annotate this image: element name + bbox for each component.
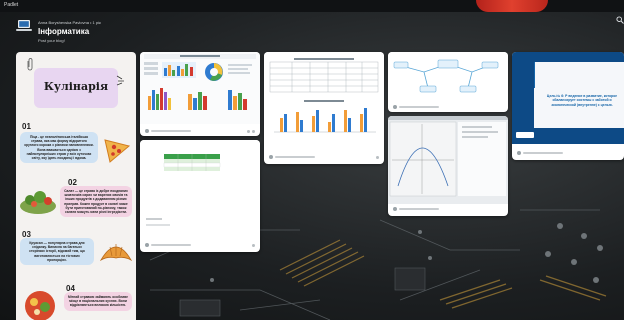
infographic-card[interactable]: Кулінарія 01 Піца - це неаполітанська іт… <box>16 52 136 320</box>
card-footer <box>393 206 503 212</box>
card-footer <box>145 242 255 248</box>
owner-meta: Anna Boryshevska Pavlovna • 1 рік <box>38 20 101 25</box>
card-footer <box>517 150 619 156</box>
infographic-title-banner: Кулінарія <box>34 68 118 108</box>
paperclip-icon <box>27 58 33 71</box>
avatar <box>145 129 149 133</box>
post-card-presentation[interactable]: Цель № 6: Р ведение в развитие, которое … <box>512 52 624 160</box>
post-card-table-chart[interactable] <box>264 52 384 164</box>
decorative-red-object <box>476 0 548 12</box>
avatar <box>517 151 521 155</box>
page-title: Інформатика <box>38 27 90 36</box>
dish-icon <box>25 291 55 320</box>
section-text: Піца - це неаполітанська італійська стра… <box>20 132 98 164</box>
avatar <box>393 207 397 211</box>
brand-label[interactable]: Padlet <box>4 2 18 8</box>
card-footer <box>145 128 255 134</box>
infographic-title: Кулінарія <box>43 80 109 93</box>
croissant-icon <box>99 244 133 262</box>
laptop-icon <box>16 20 32 31</box>
presentation-slide: Цель № 6: Р ведение в развитие, которое … <box>512 52 624 144</box>
search-icon[interactable] <box>616 16 624 24</box>
pizza-icon <box>104 139 131 163</box>
diagram-preview <box>388 52 508 102</box>
table-preview <box>140 140 260 240</box>
table-chart-preview <box>264 52 384 152</box>
post-card-dashboard[interactable] <box>140 52 260 136</box>
section-text: Мітний стравою займають особливе місце в… <box>64 292 132 311</box>
post-card-table-small[interactable] <box>140 140 260 252</box>
card-footer <box>393 104 503 110</box>
salad-icon <box>20 191 56 214</box>
graph-preview <box>388 116 508 204</box>
slide-text: Цель № 6: Р ведение в развитие, которое … <box>546 94 618 107</box>
dashboard-preview <box>140 52 260 124</box>
post-card-diagram[interactable] <box>388 52 508 112</box>
sparkle-lines-icon <box>116 75 124 86</box>
card-footer <box>269 154 379 160</box>
post-card-graph[interactable] <box>388 116 508 216</box>
avatar <box>393 105 397 109</box>
avatar <box>145 243 149 247</box>
section-number: 01 <box>22 122 31 131</box>
section-text: Круасан — популярна страва для сніданку.… <box>20 238 94 266</box>
section-text: Салат — це страва із добре поєднаних шма… <box>60 186 132 218</box>
avatar <box>269 155 273 159</box>
slide-logo <box>516 132 534 138</box>
page-subtitle: Post your blog! <box>38 38 65 43</box>
